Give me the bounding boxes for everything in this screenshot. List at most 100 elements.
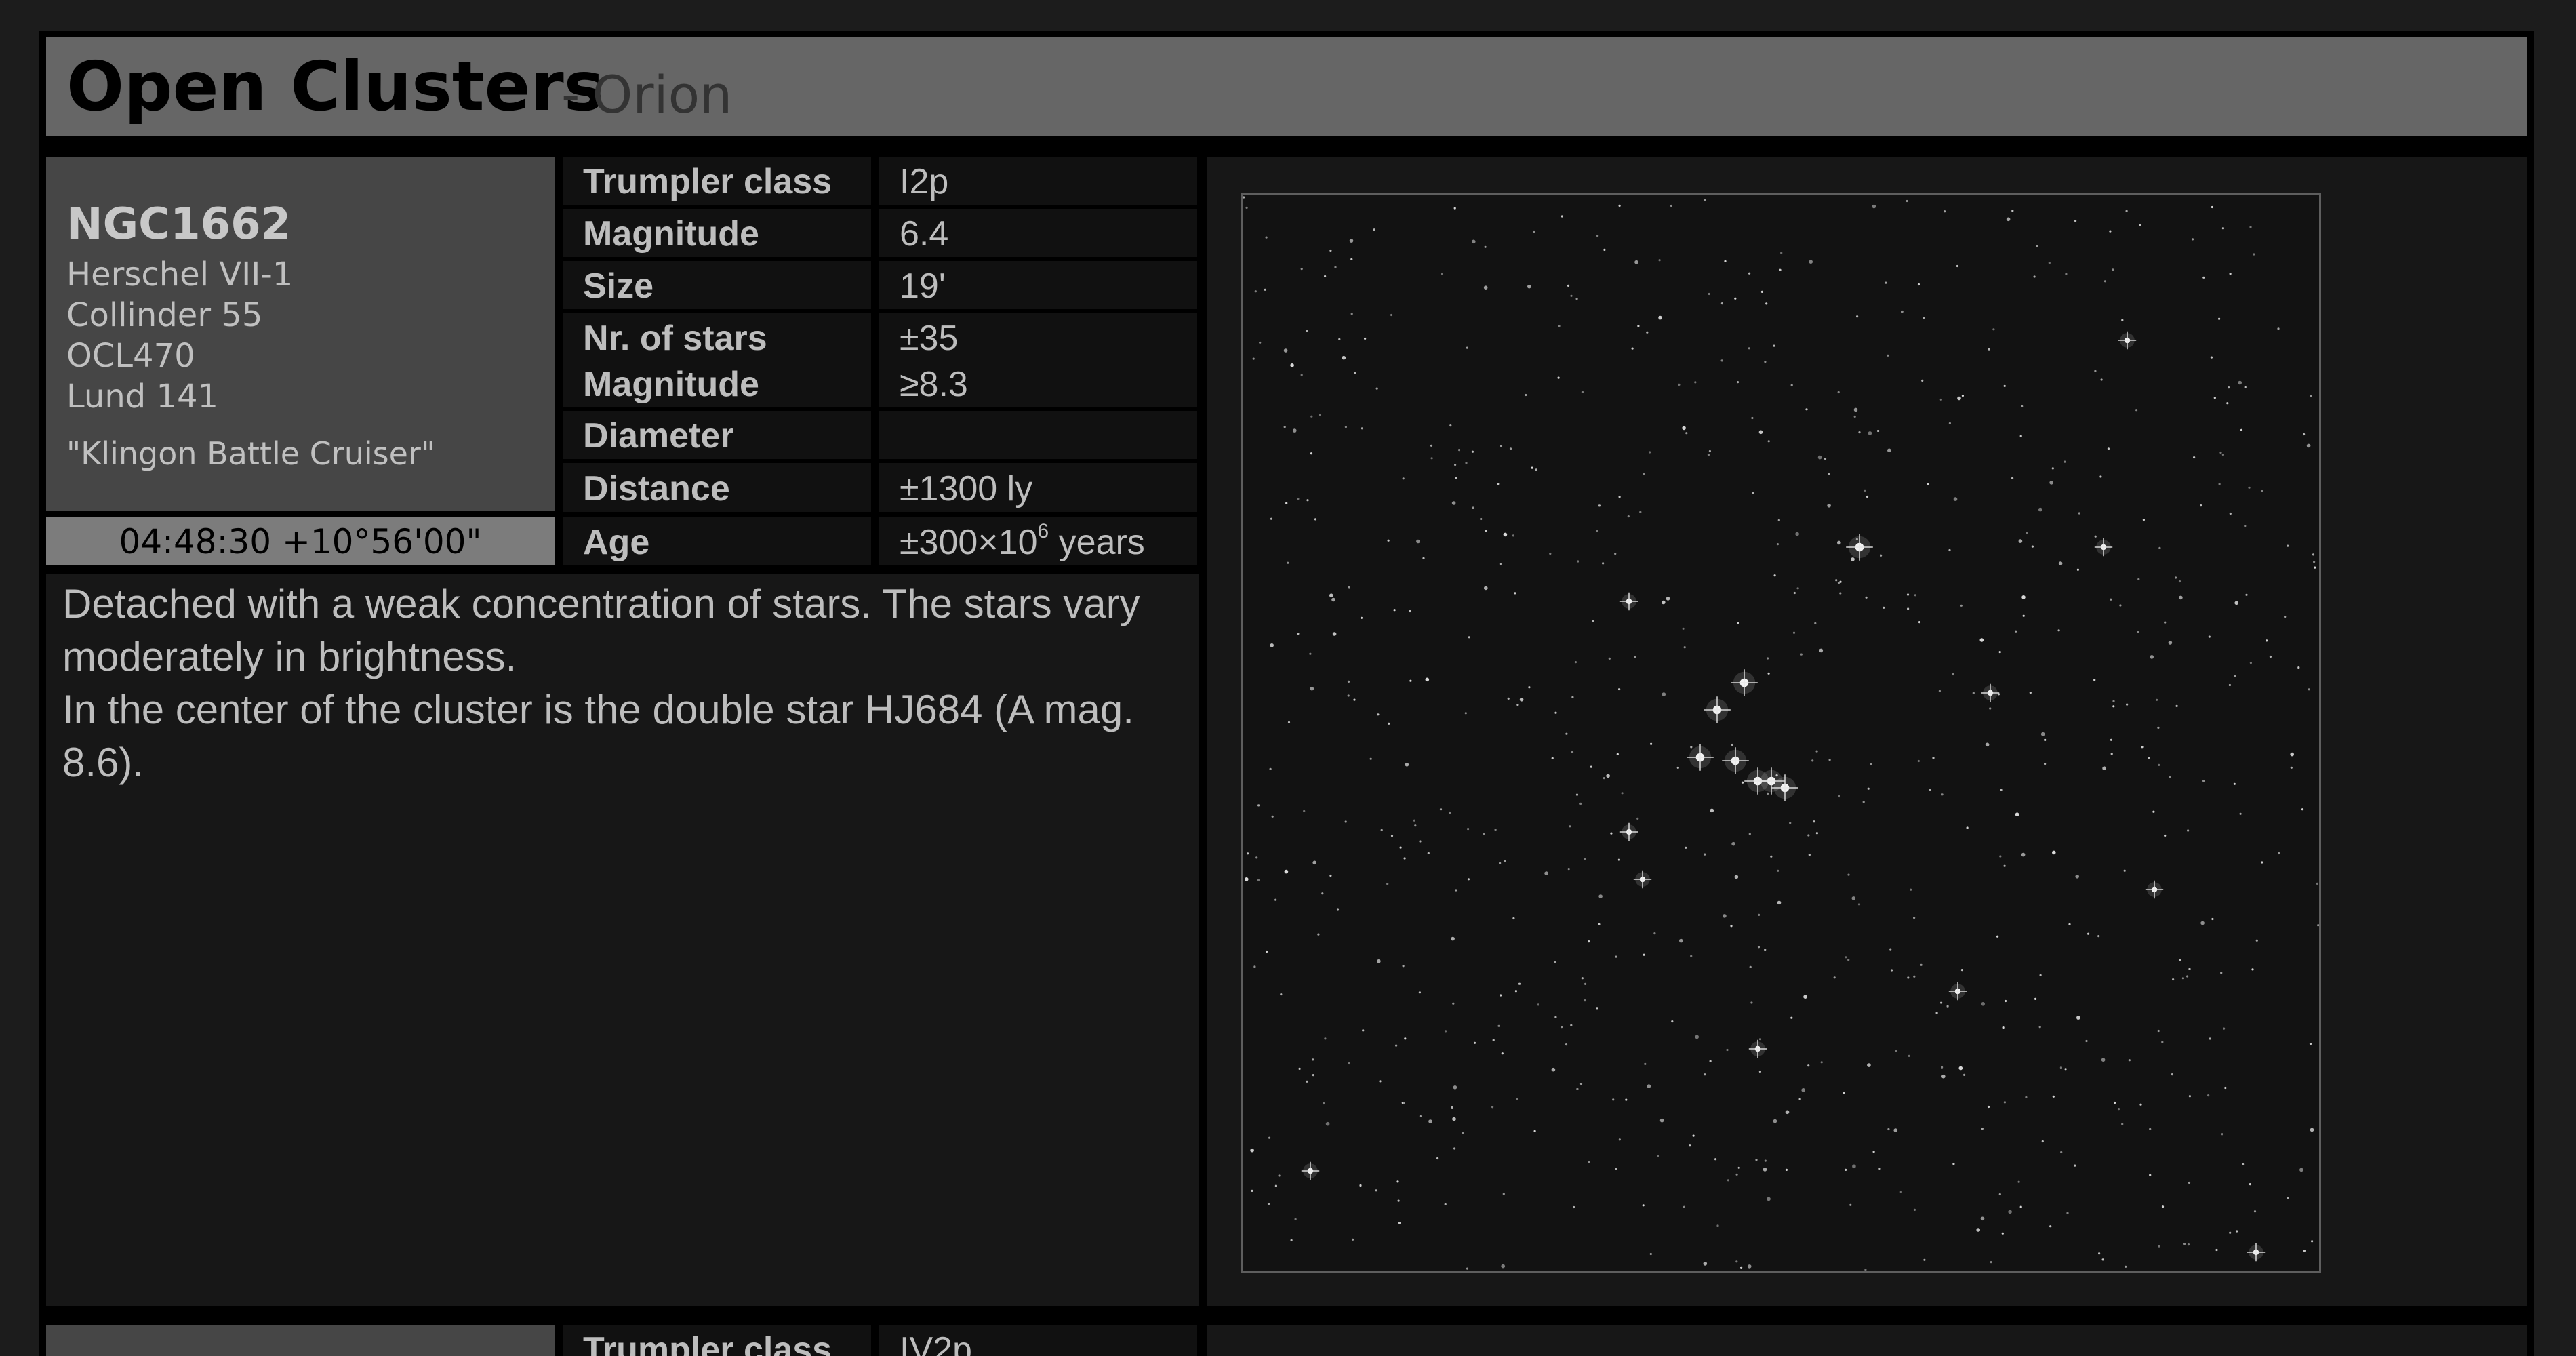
star: [2221, 454, 2224, 456]
star: [2094, 370, 2097, 372]
star: [2234, 675, 2236, 677]
star: [2065, 273, 2068, 275]
star: [2253, 1210, 2257, 1213]
star: [1980, 1216, 1985, 1221]
star: [1430, 444, 1433, 447]
star: [1514, 990, 1517, 993]
star: [1692, 1134, 1695, 1137]
star: [2211, 917, 2214, 921]
star: [1910, 888, 1912, 891]
star: [1913, 917, 1916, 919]
star: [1427, 852, 1430, 854]
star: [1921, 379, 1924, 382]
star: [1403, 1102, 1405, 1104]
star: [1723, 914, 1727, 918]
star: [1740, 1266, 1743, 1269]
star: [1570, 294, 1573, 297]
star: [1792, 631, 1796, 634]
star: [2003, 1101, 2006, 1104]
star: [1887, 1128, 1890, 1131]
star: [1264, 288, 1266, 291]
star: [2312, 553, 2315, 556]
star: [1866, 495, 1869, 498]
star: [1309, 652, 1312, 655]
star: [1953, 497, 1958, 501]
star: [1255, 856, 1258, 859]
title-dash: -: [561, 64, 580, 125]
star: [1940, 1001, 1943, 1004]
star: [1798, 1098, 1801, 1100]
star: [1596, 235, 1599, 237]
star: [1285, 502, 1288, 504]
star: [1847, 959, 1850, 961]
star: [2178, 580, 2181, 583]
star: [1760, 290, 1763, 293]
stars-label-cell: Nr. of stars Magnitude: [563, 313, 871, 407]
star: [1627, 515, 1630, 518]
star: [1907, 607, 1910, 610]
star: [1398, 1222, 1401, 1224]
star: [2179, 595, 2183, 600]
star: [1377, 959, 1381, 963]
star: [1344, 820, 1347, 823]
star: [1785, 1168, 1788, 1171]
star: [2142, 519, 2145, 521]
star: [1865, 596, 1868, 599]
star: [2123, 869, 2126, 872]
star: [1849, 1203, 1852, 1206]
star: [1683, 1205, 1685, 1208]
star: [1464, 712, 1467, 715]
star: [1287, 561, 1289, 564]
star: [1961, 394, 1964, 397]
next-trumpler-value-cell: IV2p: [879, 1325, 1197, 1356]
star: [1827, 504, 1831, 508]
star: [2158, 546, 2161, 549]
star: [1518, 982, 1521, 985]
star: [1839, 592, 1842, 595]
star: [1462, 1132, 1464, 1134]
star: [1932, 757, 1935, 759]
star: [2287, 544, 2289, 547]
star: [2017, 1180, 2020, 1183]
star: [1471, 450, 1474, 453]
star: [1644, 1062, 1647, 1065]
star: [2248, 486, 2251, 489]
star: [1404, 1037, 1407, 1040]
star: [1419, 1115, 1422, 1117]
star: [1704, 853, 1706, 856]
star: [1606, 774, 1610, 778]
star: [2064, 1068, 2067, 1071]
star: [2228, 386, 2230, 389]
star: [1468, 636, 1470, 639]
star: [2233, 782, 2236, 785]
star: [1653, 932, 1656, 935]
star: [1748, 347, 1750, 350]
star: [1250, 1148, 1254, 1153]
star: [1837, 391, 1840, 394]
star: [1808, 854, 1811, 856]
star: [1880, 554, 1883, 557]
next-trumpler-value: IV2p: [900, 1330, 972, 1356]
star: [2021, 405, 2024, 407]
star: [1851, 896, 1856, 900]
star: [2139, 1103, 2142, 1106]
star: [1868, 431, 1872, 435]
star: [2021, 852, 2026, 857]
star: [1617, 858, 1620, 861]
star: [1409, 679, 1412, 682]
star: [2175, 704, 2178, 707]
star: [1501, 1264, 1505, 1269]
star: [1451, 1106, 1453, 1109]
star: [1554, 961, 1556, 963]
star: [1516, 704, 1519, 706]
star: [1375, 387, 1378, 390]
star: [2104, 280, 2106, 283]
star: [1615, 955, 1617, 958]
star: [1646, 331, 1649, 334]
star: [1576, 1088, 1579, 1090]
star: [1390, 313, 1393, 317]
star: [2025, 1096, 2028, 1098]
star: [1920, 963, 1923, 966]
star: [1575, 298, 1578, 300]
star: [1737, 622, 1739, 624]
